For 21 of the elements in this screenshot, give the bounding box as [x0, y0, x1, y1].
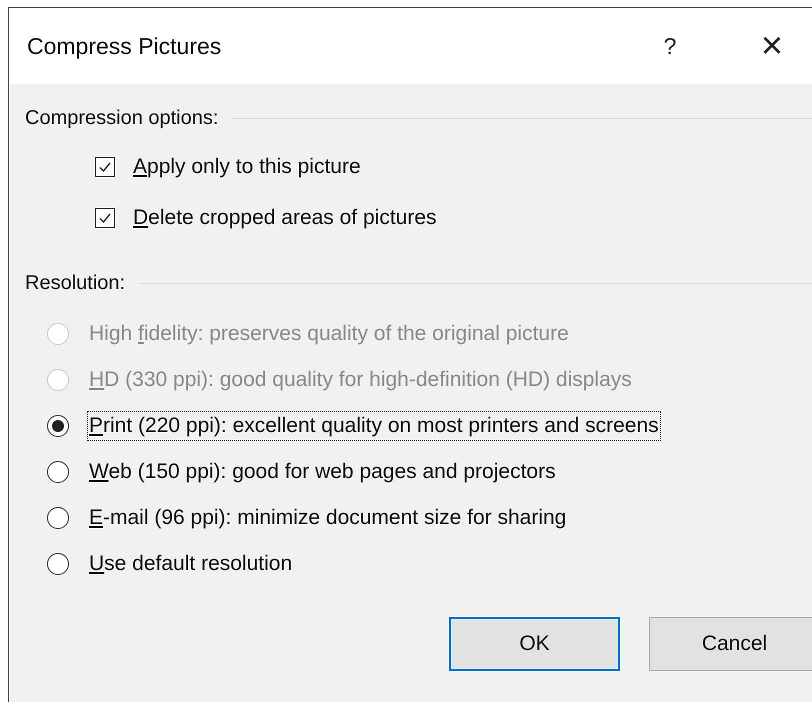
check-icon [98, 160, 112, 174]
radio-label[interactable]: Print (220 ppi): excellent quality on most printers and screens [87, 411, 661, 441]
radio-button[interactable] [47, 461, 69, 483]
checkbox[interactable] [95, 208, 115, 228]
check-icon [98, 211, 112, 225]
radio-button[interactable] [47, 507, 69, 529]
checkbox-label[interactable]: Apply only to this picture [131, 152, 363, 182]
help-button[interactable]: ? [650, 32, 690, 60]
radio-label[interactable]: Use default resolution [87, 549, 294, 579]
radio-button[interactable] [47, 553, 69, 575]
checkbox-label[interactable]: Delete cropped areas of pictures [131, 203, 439, 233]
ok-button[interactable]: OK [449, 617, 620, 671]
checkbox[interactable] [95, 157, 115, 177]
radio-label[interactable]: Web (150 ppi): good for web pages and projectors [87, 457, 558, 487]
close-button[interactable]: × [752, 27, 792, 65]
group-heading: Compression options: [25, 106, 218, 130]
radio-button[interactable] [47, 415, 69, 437]
window-title: Compress Pictures [27, 32, 222, 60]
radio-label[interactable]: E-mail (96 ppi): minimize document size for sharing [87, 503, 568, 533]
group-heading: Resolution: [25, 272, 126, 294]
cancel-button[interactable]: Cancel [649, 617, 812, 671]
